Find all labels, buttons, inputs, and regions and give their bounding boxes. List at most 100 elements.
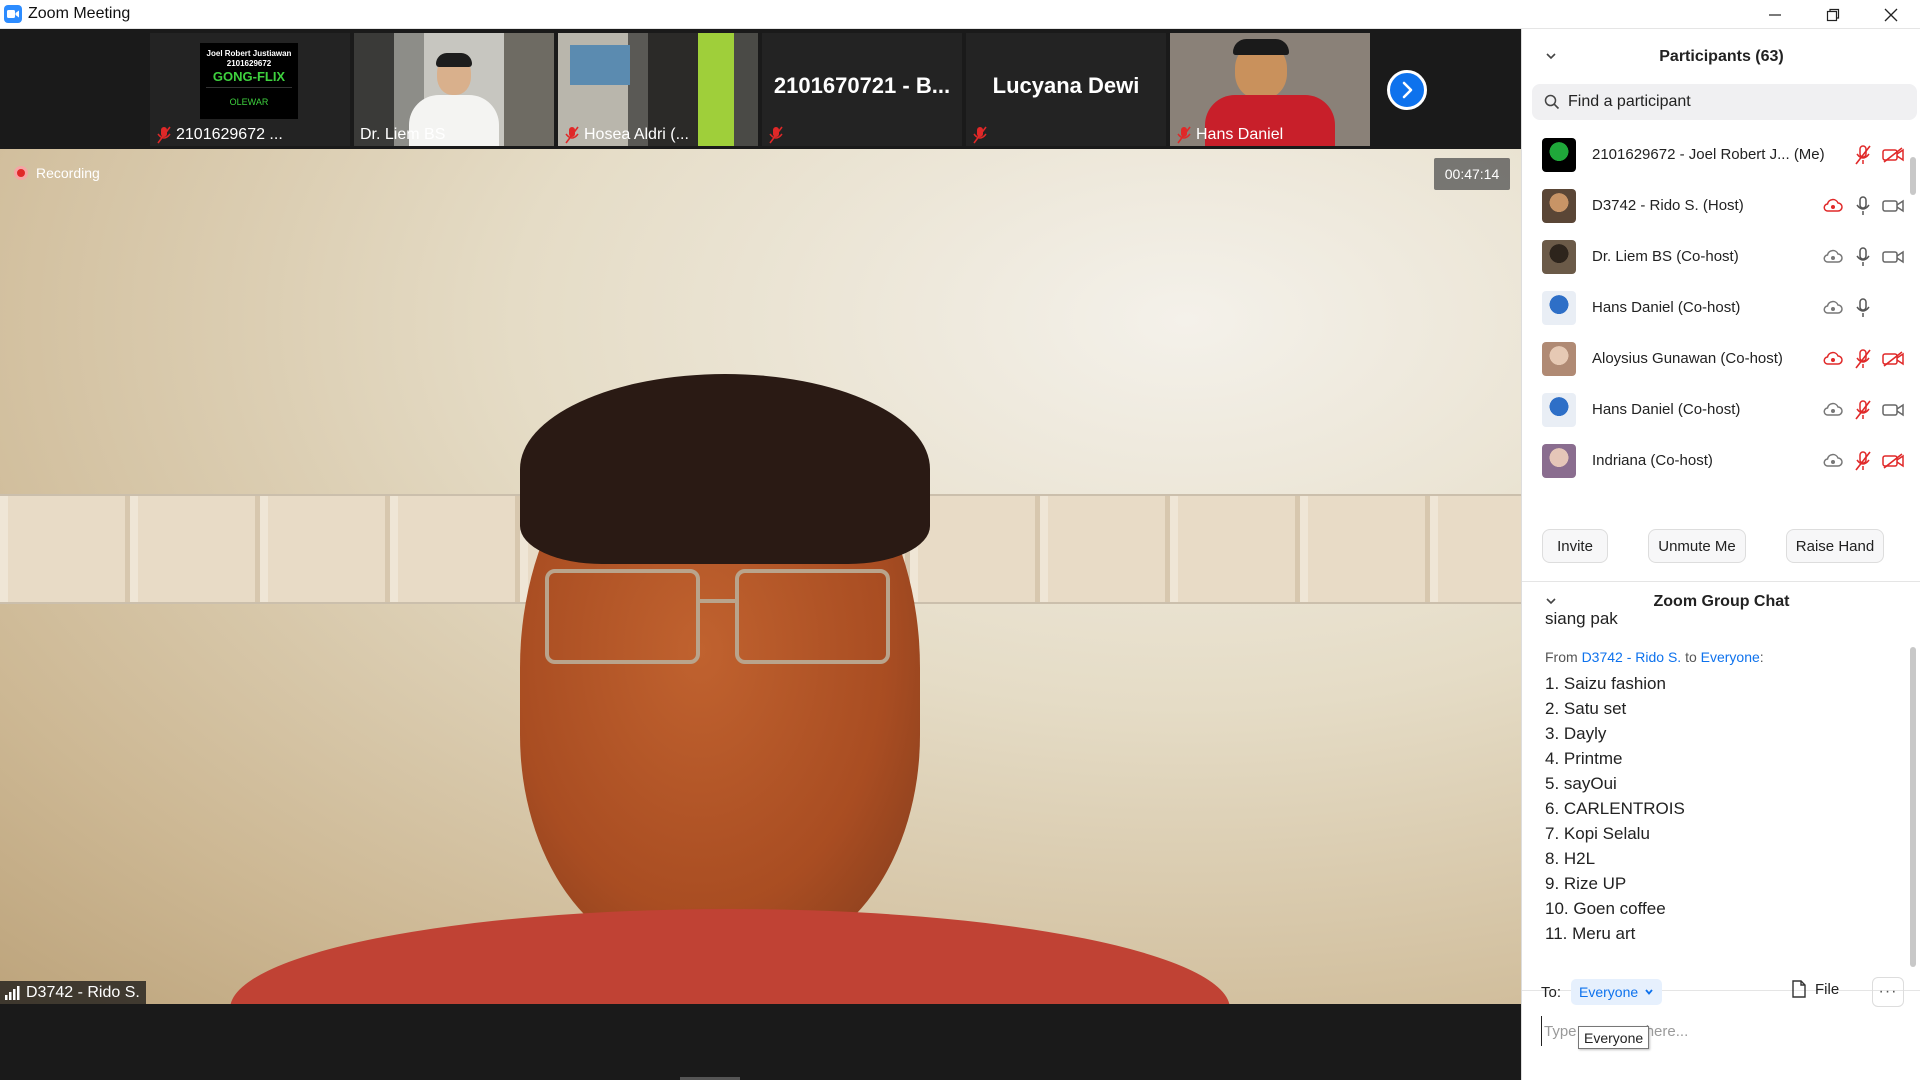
participant-search[interactable] <box>1532 84 1917 120</box>
tile-name: 2101629672 ... <box>156 126 283 144</box>
video-status[interactable] <box>1882 348 1904 370</box>
recording-status <box>1822 246 1844 268</box>
participant-name: Hans Daniel (Co-host) <box>1592 299 1741 316</box>
mic-icon <box>1856 195 1870 215</box>
participant-name: Aloysius Gunawan (Co-host) <box>1592 350 1783 367</box>
chevron-down-icon[interactable] <box>1544 49 1558 63</box>
close-button[interactable] <box>1862 0 1920 29</box>
chat-message-prev: siang pak <box>1545 609 1618 628</box>
cloud-recording-icon <box>1823 351 1843 365</box>
video-strip: Joel Robert Justiawan 2101629672 GONG-FL… <box>0 29 1521 149</box>
mic-status[interactable] <box>1852 144 1874 166</box>
mic-status[interactable] <box>1852 450 1874 472</box>
video-icon <box>1882 403 1904 416</box>
mic-icon <box>1856 297 1870 317</box>
mic-status[interactable] <box>1852 399 1874 421</box>
mic-status[interactable] <box>1852 348 1874 370</box>
participant-name: D3742 - Rido S. (Host) <box>1592 197 1744 214</box>
video-status[interactable] <box>1882 144 1904 166</box>
avatar <box>1542 239 1576 274</box>
restore-button[interactable] <box>1804 0 1862 29</box>
video-tile-2[interactable]: Dr. Liem BS <box>354 33 554 146</box>
chat-list-line: 5. sayOui <box>1545 774 1617 793</box>
chat-message-header: From D3742 - Rido S. to Everyone: <box>1545 649 1764 665</box>
chat-sender-link[interactable]: D3742 - Rido S. <box>1582 649 1682 665</box>
search-icon <box>1544 94 1560 110</box>
tile-display-name: Lucyana Dewi <box>992 73 1140 98</box>
chat-list-line: 8. H2L <box>1545 849 1596 868</box>
chat-scrollbar[interactable] <box>1909 639 1917 989</box>
tile-name <box>768 126 784 144</box>
recipient-tooltip: Everyone <box>1578 1026 1650 1049</box>
video-tile-3[interactable]: Hosea Aldri (... <box>558 33 758 146</box>
participant-name: 2101629672 - Joel Robert J... (Me) <box>1592 146 1825 163</box>
video-off-icon <box>1882 146 1904 163</box>
chat-list-line: 11. Meru art <box>1545 924 1636 943</box>
recipient-dropdown[interactable]: Everyone <box>1571 979 1663 1005</box>
recording-status <box>1822 348 1844 370</box>
video-status[interactable] <box>1882 399 1904 421</box>
mic-muted-icon <box>1177 126 1191 144</box>
video-status[interactable] <box>1882 450 1904 472</box>
mic-icon <box>1856 246 1870 266</box>
next-page-button[interactable] <box>1387 70 1427 110</box>
participant-row[interactable]: Indriana (Co-host) <box>1522 435 1912 486</box>
video-status[interactable] <box>1882 195 1904 217</box>
avatar <box>1542 188 1576 223</box>
mic-muted-icon <box>1855 399 1871 419</box>
chat-list-line: 4. Printme <box>1545 749 1623 768</box>
recording-status <box>1822 399 1844 421</box>
cloud-recording-icon <box>1823 300 1843 314</box>
recording-dot-icon <box>14 166 28 180</box>
chat-messages: siang pak From D3742 - Rido S. to Everyo… <box>1522 605 1920 983</box>
video-tile-6[interactable]: Hans Daniel <box>1170 33 1370 146</box>
video-tile-1[interactable]: Joel Robert Justiawan 2101629672 GONG-FL… <box>150 33 350 146</box>
participant-status-icons <box>1822 399 1904 421</box>
chat-recipient-link[interactable]: Everyone <box>1701 649 1760 665</box>
participant-row[interactable]: Hans Daniel (Co-host) <box>1522 282 1912 333</box>
video-tile-4[interactable]: 2101670721 - B... <box>762 33 962 146</box>
title-bar: Zoom Meeting <box>0 0 1920 29</box>
participant-list-scrollbar[interactable] <box>1909 129 1917 519</box>
close-icon <box>1884 8 1898 21</box>
participant-row[interactable]: Aloysius Gunawan (Co-host) <box>1522 333 1912 384</box>
mic-status[interactable] <box>1852 297 1874 319</box>
meeting-timer: 00:47:14 <box>1434 158 1510 190</box>
chat-list-line: 1. Saizu fashion <box>1545 674 1666 693</box>
more-options-button[interactable]: ··· <box>1872 977 1904 1007</box>
chat-list-line: 7. Kopi Selalu <box>1545 824 1650 843</box>
person-hair <box>520 374 930 564</box>
mic-muted-icon <box>769 126 783 144</box>
chat-list-line: 6. CARLENTROIS <box>1545 799 1685 818</box>
mic-status[interactable] <box>1852 195 1874 217</box>
invite-button[interactable]: Invite <box>1542 529 1608 563</box>
video-icon <box>1882 199 1904 212</box>
participant-row[interactable]: Hans Daniel (Co-host) <box>1522 384 1912 435</box>
cloud-recording-icon <box>1823 453 1843 467</box>
participant-search-input[interactable] <box>1568 93 1888 111</box>
recording-status <box>1822 450 1844 472</box>
file-button[interactable]: File <box>1791 980 1839 998</box>
mic-status[interactable] <box>1852 246 1874 268</box>
cloud-recording-icon <box>1823 402 1843 416</box>
video-off-icon <box>1882 452 1904 469</box>
unmute-me-button[interactable]: Unmute Me <box>1648 529 1746 563</box>
window-controls <box>1746 0 1920 29</box>
meeting-toolbar-area <box>0 1004 1521 1080</box>
participant-name: Hans Daniel (Co-host) <box>1592 401 1741 418</box>
participant-row[interactable]: 2101629672 - Joel Robert J... (Me) <box>1522 129 1912 180</box>
avatar <box>1542 290 1576 325</box>
participant-status-icons <box>1822 297 1904 319</box>
participant-row[interactable]: Dr. Liem BS (Co-host) <box>1522 231 1912 282</box>
video-tile-5[interactable]: Lucyana Dewi <box>966 33 1166 146</box>
to-label: To: <box>1541 983 1562 1001</box>
participant-row[interactable]: D3742 - Rido S. (Host) <box>1522 180 1912 231</box>
raise-hand-button[interactable]: Raise Hand <box>1786 529 1884 563</box>
minimize-button[interactable] <box>1746 0 1804 29</box>
avatar <box>1542 341 1576 376</box>
avatar <box>1542 392 1576 427</box>
participant-status-icons <box>1822 450 1904 472</box>
video-status[interactable] <box>1882 246 1904 268</box>
mic-muted-icon <box>1855 348 1871 368</box>
mic-muted-icon <box>1855 144 1871 164</box>
